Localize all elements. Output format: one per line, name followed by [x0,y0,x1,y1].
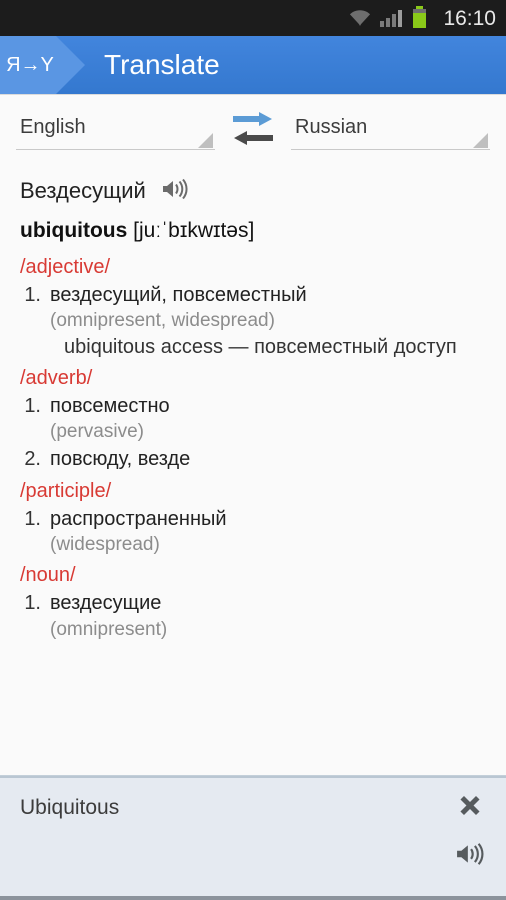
source-language-label: English [20,116,86,138]
part-of-speech-label: /participle/ [20,479,112,502]
sense-synonyms: (omnipresent) [50,618,168,640]
sense-item: 1. вездесущий, повсеместный (omnipresent, … [20,282,488,360]
sense-synonyms: (widespread) [50,534,160,556]
source-word-row: ubiquitous [juːˈbɪkwɪtəs] [20,219,488,242]
sense-item: 2. повсюду, везде [20,446,488,472]
headword-label: Вездесущий [20,178,146,204]
headword-row: Вездесущий [20,178,488,205]
sense-body: повсеместно (pervasive) [50,393,488,444]
chevron-down-icon [473,133,488,148]
sense-item: 1. распространенный (widespread) [20,506,488,557]
sense-body: повсюду, везде [50,446,488,472]
sense-translation: повсеместно [50,394,170,417]
signal-icon [380,9,403,27]
sense-item: 1. повсеместно (pervasive) [20,393,488,444]
arrow-right-icon [233,111,272,126]
sense-number: 1. [24,592,41,615]
swap-languages-button[interactable] [215,111,291,146]
sense-number: 1. [24,394,41,417]
clock-label: 16:10 [443,6,496,30]
sense-number: 1. [24,284,41,307]
sense-body: распространенный (widespread) [50,506,488,557]
speaker-icon[interactable] [456,842,484,871]
sense-list: 1. вездесущие (omnipresent) [20,590,488,641]
sense-synonyms: (omnipresent, widespread) [50,310,275,332]
translate-app-screen: 16:10 Я→Y Translate English Russian Везд… [0,0,506,900]
sense-translation: повсюду, везде [50,448,191,471]
sense-list: 1. распространенный (widespread) [20,506,488,557]
app-logo-icon[interactable]: Я→Y [0,36,85,94]
target-language-spinner[interactable]: Russian [291,106,490,150]
definition-sections: /adjective/1. вездесущий, повсеместный (om… [20,255,488,642]
source-language-spinner[interactable]: English [16,106,215,150]
part-of-speech-label: /adjective/ [20,256,111,279]
action-bar: Я→Y Translate [0,36,506,94]
part-of-speech-label: /adverb/ [20,366,93,389]
sense-item: 1. вездесущие (omnipresent) [20,590,488,641]
sense-translation: вездесущие [50,592,162,615]
part-of-speech-label: /noun/ [20,564,76,587]
sense-translation: вездесущий, повсеместный [50,284,307,307]
query-panel: Ubiquitous [0,776,506,900]
sense-list: 1. вездесущий, повсеместный (omnipresent, … [20,282,488,360]
sense-synonyms: (pervasive) [50,421,144,443]
sense-list: 1. повсеместно (pervasive) 2. повсюду, везде [20,393,488,473]
language-selector-row: English Russian [0,94,506,162]
translation-result-area: Вездесущий ubiquitous [juːˈbɪkwɪtəs] /ad… [0,162,506,776]
chevron-down-icon [198,133,213,148]
query-panel-actions [456,794,484,871]
target-language-label: Russian [295,116,368,138]
sense-body: вездесущий, повсеместный (omnipresent, wi… [50,282,488,360]
status-bar: 16:10 [0,0,506,36]
sense-number: 2. [24,448,41,471]
sense-translation: распространенный [50,507,227,530]
status-bar-icons: 16:10 [349,5,496,31]
transcription-label: [juːˈbɪkwɪtəs] [133,219,255,242]
page-title: Translate [104,49,220,80]
close-icon[interactable] [459,794,481,816]
sense-number: 1. [24,507,41,530]
source-word-label: ubiquitous [20,219,128,242]
battery-icon [413,5,427,28]
speaker-icon[interactable] [162,178,188,205]
wifi-icon [349,6,371,31]
arrow-left-icon [234,130,273,145]
sense-body: вездесущие (omnipresent) [50,590,488,641]
sense-example: ubiquitous access — повсеместный доступ [64,335,457,358]
query-text[interactable]: Ubiquitous [20,796,486,819]
